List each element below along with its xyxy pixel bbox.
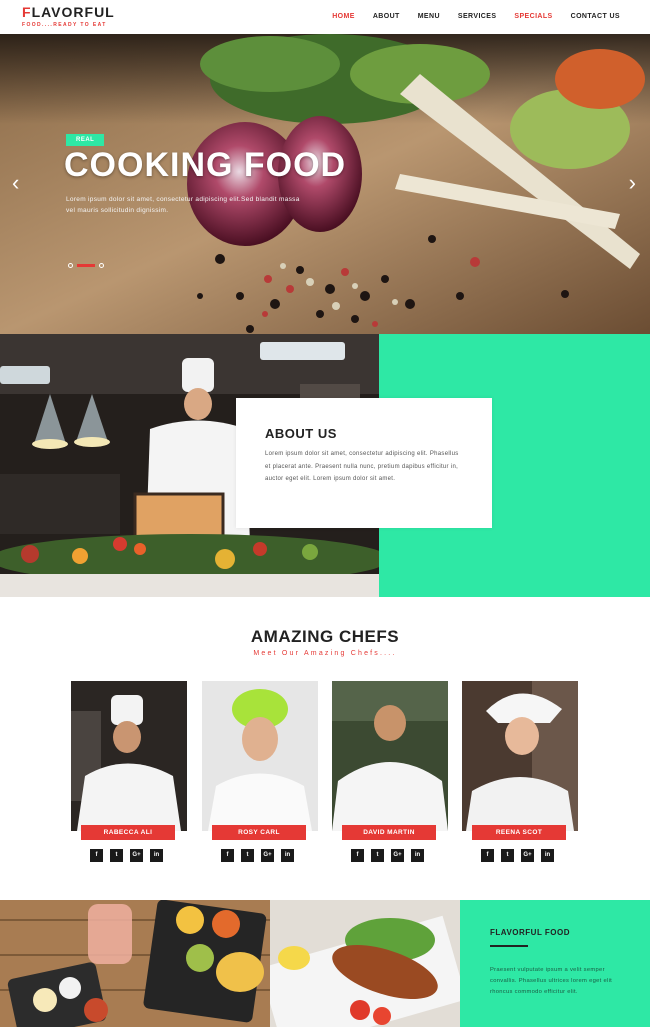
google-plus-icon[interactable]: G+ <box>130 849 143 862</box>
chefs-title: AMAZING CHEFS <box>250 627 400 646</box>
about-text: Lorem ipsum dolor sit amet, consectetur … <box>265 451 459 482</box>
slide-dot-1[interactable] <box>68 263 73 268</box>
chevron-left-icon[interactable]: ‹ <box>12 172 19 194</box>
chef-card: RABECCA ALI f t G+ in <box>71 681 187 862</box>
chevron-right-icon[interactable]: › <box>629 172 636 194</box>
chef-socials: f t G+ in <box>221 849 301 862</box>
featured-divider <box>490 945 528 947</box>
twitter-icon[interactable]: t <box>501 849 514 862</box>
chef-card: ROSY CARL f t G+ in <box>202 681 318 862</box>
facebook-icon[interactable]: f <box>90 849 103 862</box>
logo-title: FLAVORFUL <box>22 4 115 20</box>
facebook-icon[interactable]: f <box>481 849 494 862</box>
linkedin-icon[interactable]: in <box>150 849 163 862</box>
hero-title: COOKING FOOD <box>64 146 347 184</box>
google-plus-icon[interactable]: G+ <box>261 849 274 862</box>
chefs-subtitle: Meet Our Amazing Chefs.... <box>253 650 397 657</box>
about-title: ABOUT US <box>265 426 337 441</box>
nav-menu[interactable]: MENU <box>418 13 440 20</box>
chef-socials: f t G+ in <box>90 849 170 862</box>
site-header: FLAVORFUL FOOD....READY TO EAT HOME ABOU… <box>0 0 650 34</box>
nav-home[interactable]: HOME <box>332 13 355 20</box>
twitter-icon[interactable]: t <box>110 849 123 862</box>
logo-first-letter: F <box>22 4 32 20</box>
main-nav: HOME ABOUT MENU SERVICES SPECIALS CONTAC… <box>314 13 620 20</box>
chef-name: DAVID MARTIN <box>342 825 436 840</box>
hero-badge: REAL <box>66 134 105 146</box>
chefs-section: AMAZING CHEFS Meet Our Amazing Chefs....… <box>0 597 650 900</box>
facebook-icon[interactable]: f <box>351 849 364 862</box>
logo-rest: LAVORFUL <box>31 4 115 20</box>
linkedin-icon[interactable]: in <box>541 849 554 862</box>
featured-section: FLAVORFUL FOOD Praesent vulputate ipsum … <box>0 900 650 1027</box>
google-plus-icon[interactable]: G+ <box>521 849 534 862</box>
chef-card: DAVID MARTIN f t G+ in <box>332 681 448 862</box>
nav-specials[interactable]: SPECIALS <box>514 13 552 20</box>
twitter-icon[interactable]: t <box>241 849 254 862</box>
slider-pagination <box>68 263 108 268</box>
chef-name: RABECCA ALI <box>81 825 175 840</box>
featured-text: Praesent vulputate ipsum a velit semper … <box>490 967 613 995</box>
featured-info-panel: FLAVORFUL FOOD Praesent vulputate ipsum … <box>460 900 650 1027</box>
slide-dot-3[interactable] <box>99 263 104 268</box>
hero-slider: REAL COOKING FOOD Lorem ipsum dolor sit … <box>0 34 650 334</box>
nav-about[interactable]: ABOUT <box>373 13 400 20</box>
nav-contact[interactable]: CONTACT US <box>571 13 620 20</box>
chef-photo <box>71 681 187 831</box>
dishes-table-image <box>0 900 270 1027</box>
about-section: ABOUT US Lorem ipsum dolor sit amet, con… <box>0 334 650 597</box>
google-plus-icon[interactable]: G+ <box>391 849 404 862</box>
chef-name: ROSY CARL <box>212 825 306 840</box>
chef-socials: f t G+ in <box>351 849 431 862</box>
slide-dot-2-active[interactable] <box>77 264 95 267</box>
linkedin-icon[interactable]: in <box>281 849 294 862</box>
linkedin-icon[interactable]: in <box>411 849 424 862</box>
chef-card: REENA SCOT f t G+ in <box>462 681 578 862</box>
hero-text: Lorem ipsum dolor sit amet, consectetur … <box>66 196 300 214</box>
chef-photo <box>202 681 318 831</box>
twitter-icon[interactable]: t <box>371 849 384 862</box>
chef-photo <box>462 681 578 831</box>
chef-socials: f t G+ in <box>481 849 561 862</box>
logo-tagline: FOOD....READY TO EAT <box>22 22 107 28</box>
logo[interactable]: FLAVORFUL FOOD....READY TO EAT <box>22 4 115 29</box>
chef-photo <box>332 681 448 831</box>
nav-services[interactable]: SERVICES <box>458 13 496 20</box>
about-card: ABOUT US Lorem ipsum dolor sit amet, con… <box>236 398 492 528</box>
chef-name: REENA SCOT <box>472 825 566 840</box>
featured-title: FLAVORFUL FOOD <box>490 928 571 937</box>
facebook-icon[interactable]: f <box>221 849 234 862</box>
grilled-fish-image <box>270 900 460 1027</box>
